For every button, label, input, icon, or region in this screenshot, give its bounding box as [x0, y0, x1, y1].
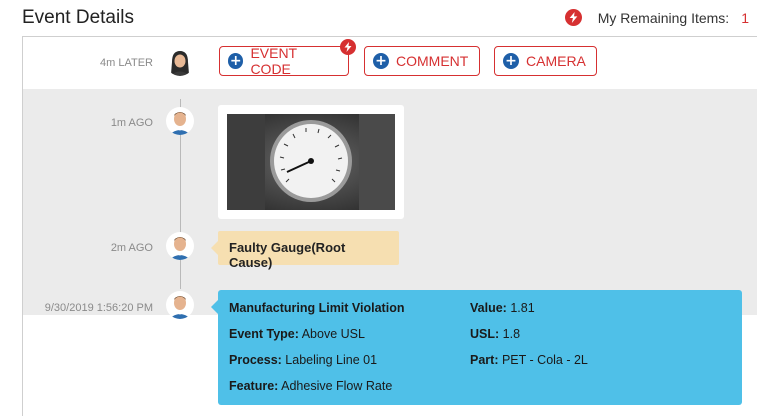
- event-code-button[interactable]: + EVENT CODE: [219, 39, 356, 77]
- event-title: Manufacturing Limit Violation: [229, 301, 405, 315]
- avatar: [166, 107, 194, 135]
- lightning-icon: [564, 9, 582, 26]
- camera-label: CAMERA: [526, 53, 586, 69]
- photo-time: 1m AGO: [110, 117, 153, 129]
- remaining-items[interactable]: My Remaining Items: 1: [564, 9, 749, 26]
- camera-button[interactable]: + CAMERA: [494, 46, 597, 76]
- event-type-field: Event Type: Above USL: [229, 327, 365, 341]
- feature-field: Feature: Adhesive Flow Rate: [229, 379, 393, 393]
- page-title: Event Details: [22, 7, 134, 28]
- actions-time: 4m LATER: [100, 57, 153, 69]
- remaining-label: My Remaining Items:: [597, 9, 730, 26]
- avatar: [166, 291, 194, 319]
- comment-button[interactable]: + COMMENT: [364, 46, 480, 76]
- pressure-gauge-photo: [227, 114, 395, 210]
- remaining-count: 1: [741, 9, 749, 26]
- root-cause-note[interactable]: Faulty Gauge(Root Cause): [211, 231, 399, 270]
- photo-attachment[interactable]: [218, 105, 404, 219]
- event-time: 9/30/2019 1:56:20 PM: [44, 302, 153, 314]
- usl-field: USL: 1.8: [470, 327, 521, 341]
- avatar: [166, 232, 194, 260]
- lightning-icon: [340, 39, 356, 55]
- plus-circle-icon: +: [373, 53, 389, 69]
- avatar: [166, 48, 194, 76]
- note-time: 2m AGO: [110, 242, 153, 254]
- part-field: Part: PET - Cola - 2L: [470, 353, 588, 367]
- limit-violation-card[interactable]: Manufacturing Limit Violation Event Type…: [211, 290, 742, 405]
- value-field: Value: 1.81: [470, 301, 535, 315]
- comment-label: COMMENT: [396, 53, 469, 69]
- plus-circle-icon: +: [503, 53, 519, 69]
- event-timeline-panel: 4m LATER + EVENT CODE + COMMENT + CAMERA…: [22, 36, 757, 416]
- event-code-label: EVENT CODE: [250, 45, 297, 77]
- plus-circle-icon: +: [228, 53, 244, 69]
- header: Event Details My Remaining Items: 1: [0, 0, 757, 36]
- process-field: Process: Labeling Line 01: [229, 353, 378, 367]
